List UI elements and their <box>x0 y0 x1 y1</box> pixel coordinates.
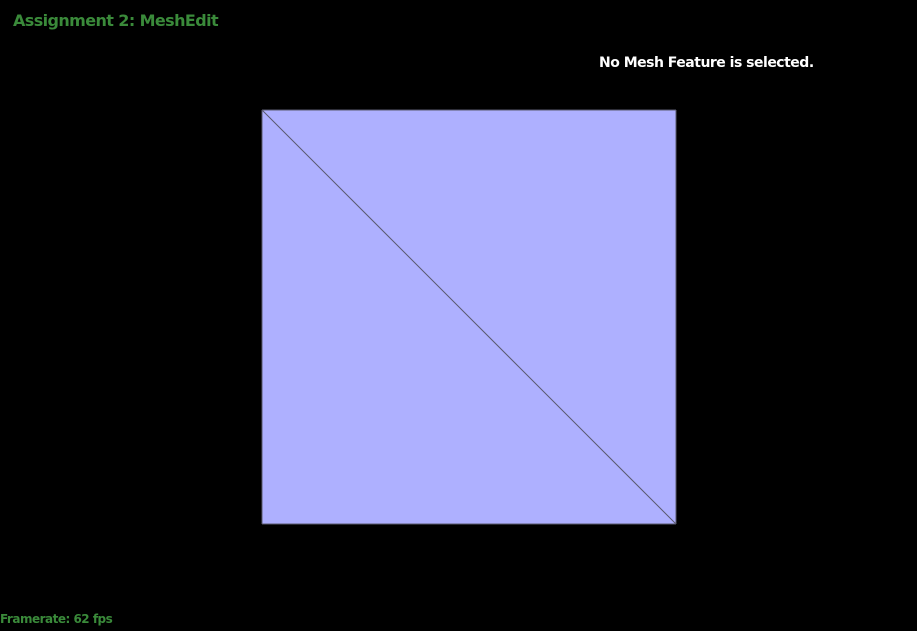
selection-status: No Mesh Feature is selected. <box>599 55 814 71</box>
app-title: Assignment 2: MeshEdit <box>13 11 219 30</box>
framerate-readout: Framerate: 62 fps <box>0 612 113 626</box>
meshedit-viewport[interactable]: Assignment 2: MeshEdit No Mesh Feature i… <box>0 0 917 631</box>
mesh-canvas[interactable] <box>0 0 917 631</box>
